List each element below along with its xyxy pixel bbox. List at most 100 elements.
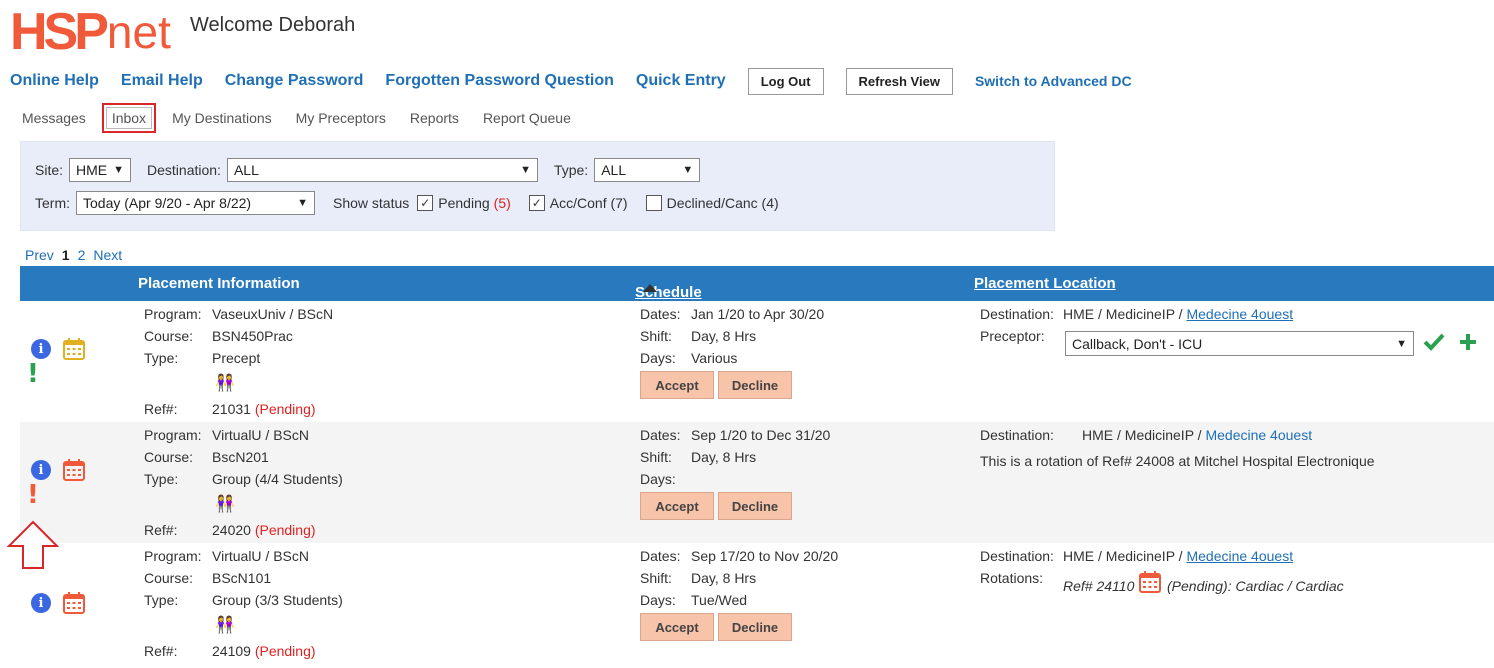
email-help-link[interactable]: Email Help [121,72,203,90]
decline-button[interactable]: Decline [718,371,792,399]
tab-report-queue[interactable]: Report Queue [475,106,579,130]
tab-bar: Messages Inbox My Destinations My Precep… [14,103,587,133]
days-value: Various [691,350,738,366]
hspnet-logo: HSP net [10,6,171,58]
quick-entry-link[interactable]: Quick Entry [636,72,726,90]
term-value: Today (Apr 9/20 - Apr 8/22) [83,195,252,211]
days-label: Days: [640,350,676,366]
show-status-label: Show status [333,195,410,211]
accept-button[interactable]: Accept [640,492,714,520]
tab-messages[interactable]: Messages [14,106,94,130]
pager-page-2[interactable]: 2 [78,247,86,263]
accept-button[interactable]: Accept [640,613,714,641]
calendar-icon[interactable] [1139,571,1161,593]
top-nav: Online Help Email Help Change Password F… [10,67,1132,95]
info-icon[interactable]: i [31,460,51,480]
destination-path: HME / MedicineIP / [1082,427,1206,443]
destination-label: Destination: [980,548,1054,564]
preceptor-value: Callback, Don't - ICU [1072,335,1203,352]
calendar-icon[interactable] [63,459,85,481]
destination-select[interactable]: ALL ▼ [226,158,538,182]
days-label: Days: [640,471,676,487]
ref-number: 24109 [212,643,251,659]
type-value: Precept [212,350,261,366]
refresh-view-button[interactable]: Refresh View [845,67,953,95]
ref-number: 24020 [212,522,251,538]
accconf-checkbox[interactable]: ✓ [528,195,545,211]
ref-number: 21031 [212,401,251,417]
pager-next[interactable]: Next [93,247,122,263]
change-password-link[interactable]: Change Password [225,72,364,90]
ref-label: Ref#: [144,522,178,538]
dates-value: Jan 1/20 to Apr 30/20 [691,306,825,322]
table-row: i ! Program: VaseuxUniv / BScN Course: B… [20,301,1494,422]
tab-my-preceptors[interactable]: My Preceptors [288,106,394,130]
tab-reports[interactable]: Reports [402,106,467,130]
ref-label: Ref#: [144,401,178,417]
destination-link[interactable]: Medecine 4ouest [1186,548,1293,564]
sort-asc-icon [643,284,657,292]
add-plus-icon[interactable] [1458,332,1478,352]
declined-checkbox[interactable] [645,195,662,211]
type-select[interactable]: ALL ▼ [594,158,701,182]
alert-icon: ! [27,480,39,510]
dates-value: Sep 1/20 to Dec 31/20 [691,427,831,443]
preceptor-label: Preceptor: [980,328,1045,344]
dates-value: Sep 17/20 to Nov 20/20 [691,548,839,564]
rotation-ref: Ref# 24110 [1063,578,1135,594]
accconf-label: Acc/Conf (7) [549,195,628,211]
site-label: Site: [35,162,64,178]
accept-button[interactable]: Accept [640,371,714,399]
decline-button[interactable]: Decline [718,613,792,641]
log-out-button[interactable]: Log Out [747,67,824,95]
table-row: i Program: VirtualU / BScN Course: BScN1… [20,543,1494,664]
info-icon[interactable]: i [31,593,51,613]
course-value: BScN101 [212,570,272,586]
destination-label: Destination: [980,427,1054,443]
confirm-check-icon[interactable] [1423,332,1445,352]
status-badge: (Pending) [254,643,316,659]
rotation-note: This is a rotation of Ref# 24008 at Mitc… [980,453,1375,469]
filter-panel: Site: HME ▼ Destination: ALL ▼ Type: ALL… [20,141,1055,231]
calendar-icon[interactable] [63,592,85,614]
shift-value: Day, 8 Hrs [691,570,757,586]
info-icon[interactable]: i [31,339,51,359]
course-value: BSN450Prac [212,328,293,344]
dates-label: Dates: [640,548,681,564]
destination-link[interactable]: Medecine 4ouest [1186,306,1293,322]
calendar-icon[interactable] [63,338,85,360]
type-label: Type: [144,471,179,487]
program-label: Program: [144,548,202,564]
dates-label: Dates: [640,306,681,322]
course-value: BscN201 [212,449,269,465]
students-icon: 👭 [215,617,235,634]
shift-label: Shift: [640,328,672,344]
pending-count: (5) [493,195,511,211]
site-select[interactable]: HME ▼ [69,158,132,182]
tab-my-destinations[interactable]: My Destinations [164,106,280,130]
destination-value: HME / MedicineIP / Medecine 4ouest [1082,427,1312,443]
destination-value: HME / MedicineIP / Medecine 4ouest [1063,306,1293,322]
destination-link[interactable]: Medecine 4ouest [1205,427,1312,443]
pager-prev[interactable]: Prev [25,247,54,263]
online-help-link[interactable]: Online Help [10,72,99,90]
type-label: Type: [144,592,179,608]
status-badge: (Pending) [254,522,316,538]
rotation-detail: (Pending): Cardiac / Cardiac [1167,578,1344,594]
program-value: VirtualU / BScN [212,427,309,443]
preceptor-select[interactable]: Callback, Don't - ICU ▼ [1065,331,1414,356]
program-value: VaseuxUniv / BScN [212,306,334,322]
pending-checkbox[interactable]: ✓ [417,195,434,211]
switch-advanced-link[interactable]: Switch to Advanced DC [975,73,1132,89]
tab-inbox[interactable]: Inbox [101,103,157,133]
term-select[interactable]: Today (Apr 9/20 - Apr 8/22) ▼ [76,191,315,215]
type-value: ALL [601,162,627,178]
type-value: Group (3/3 Students) [212,592,343,608]
col-placement-location[interactable]: Placement Location [974,275,1116,292]
logo-net: net [106,6,171,58]
course-label: Course: [144,328,194,344]
program-label: Program: [144,427,202,443]
forgotten-password-link[interactable]: Forgotten Password Question [385,72,613,90]
decline-button[interactable]: Decline [718,492,792,520]
destination-path: HME / MedicineIP / [1063,548,1187,564]
